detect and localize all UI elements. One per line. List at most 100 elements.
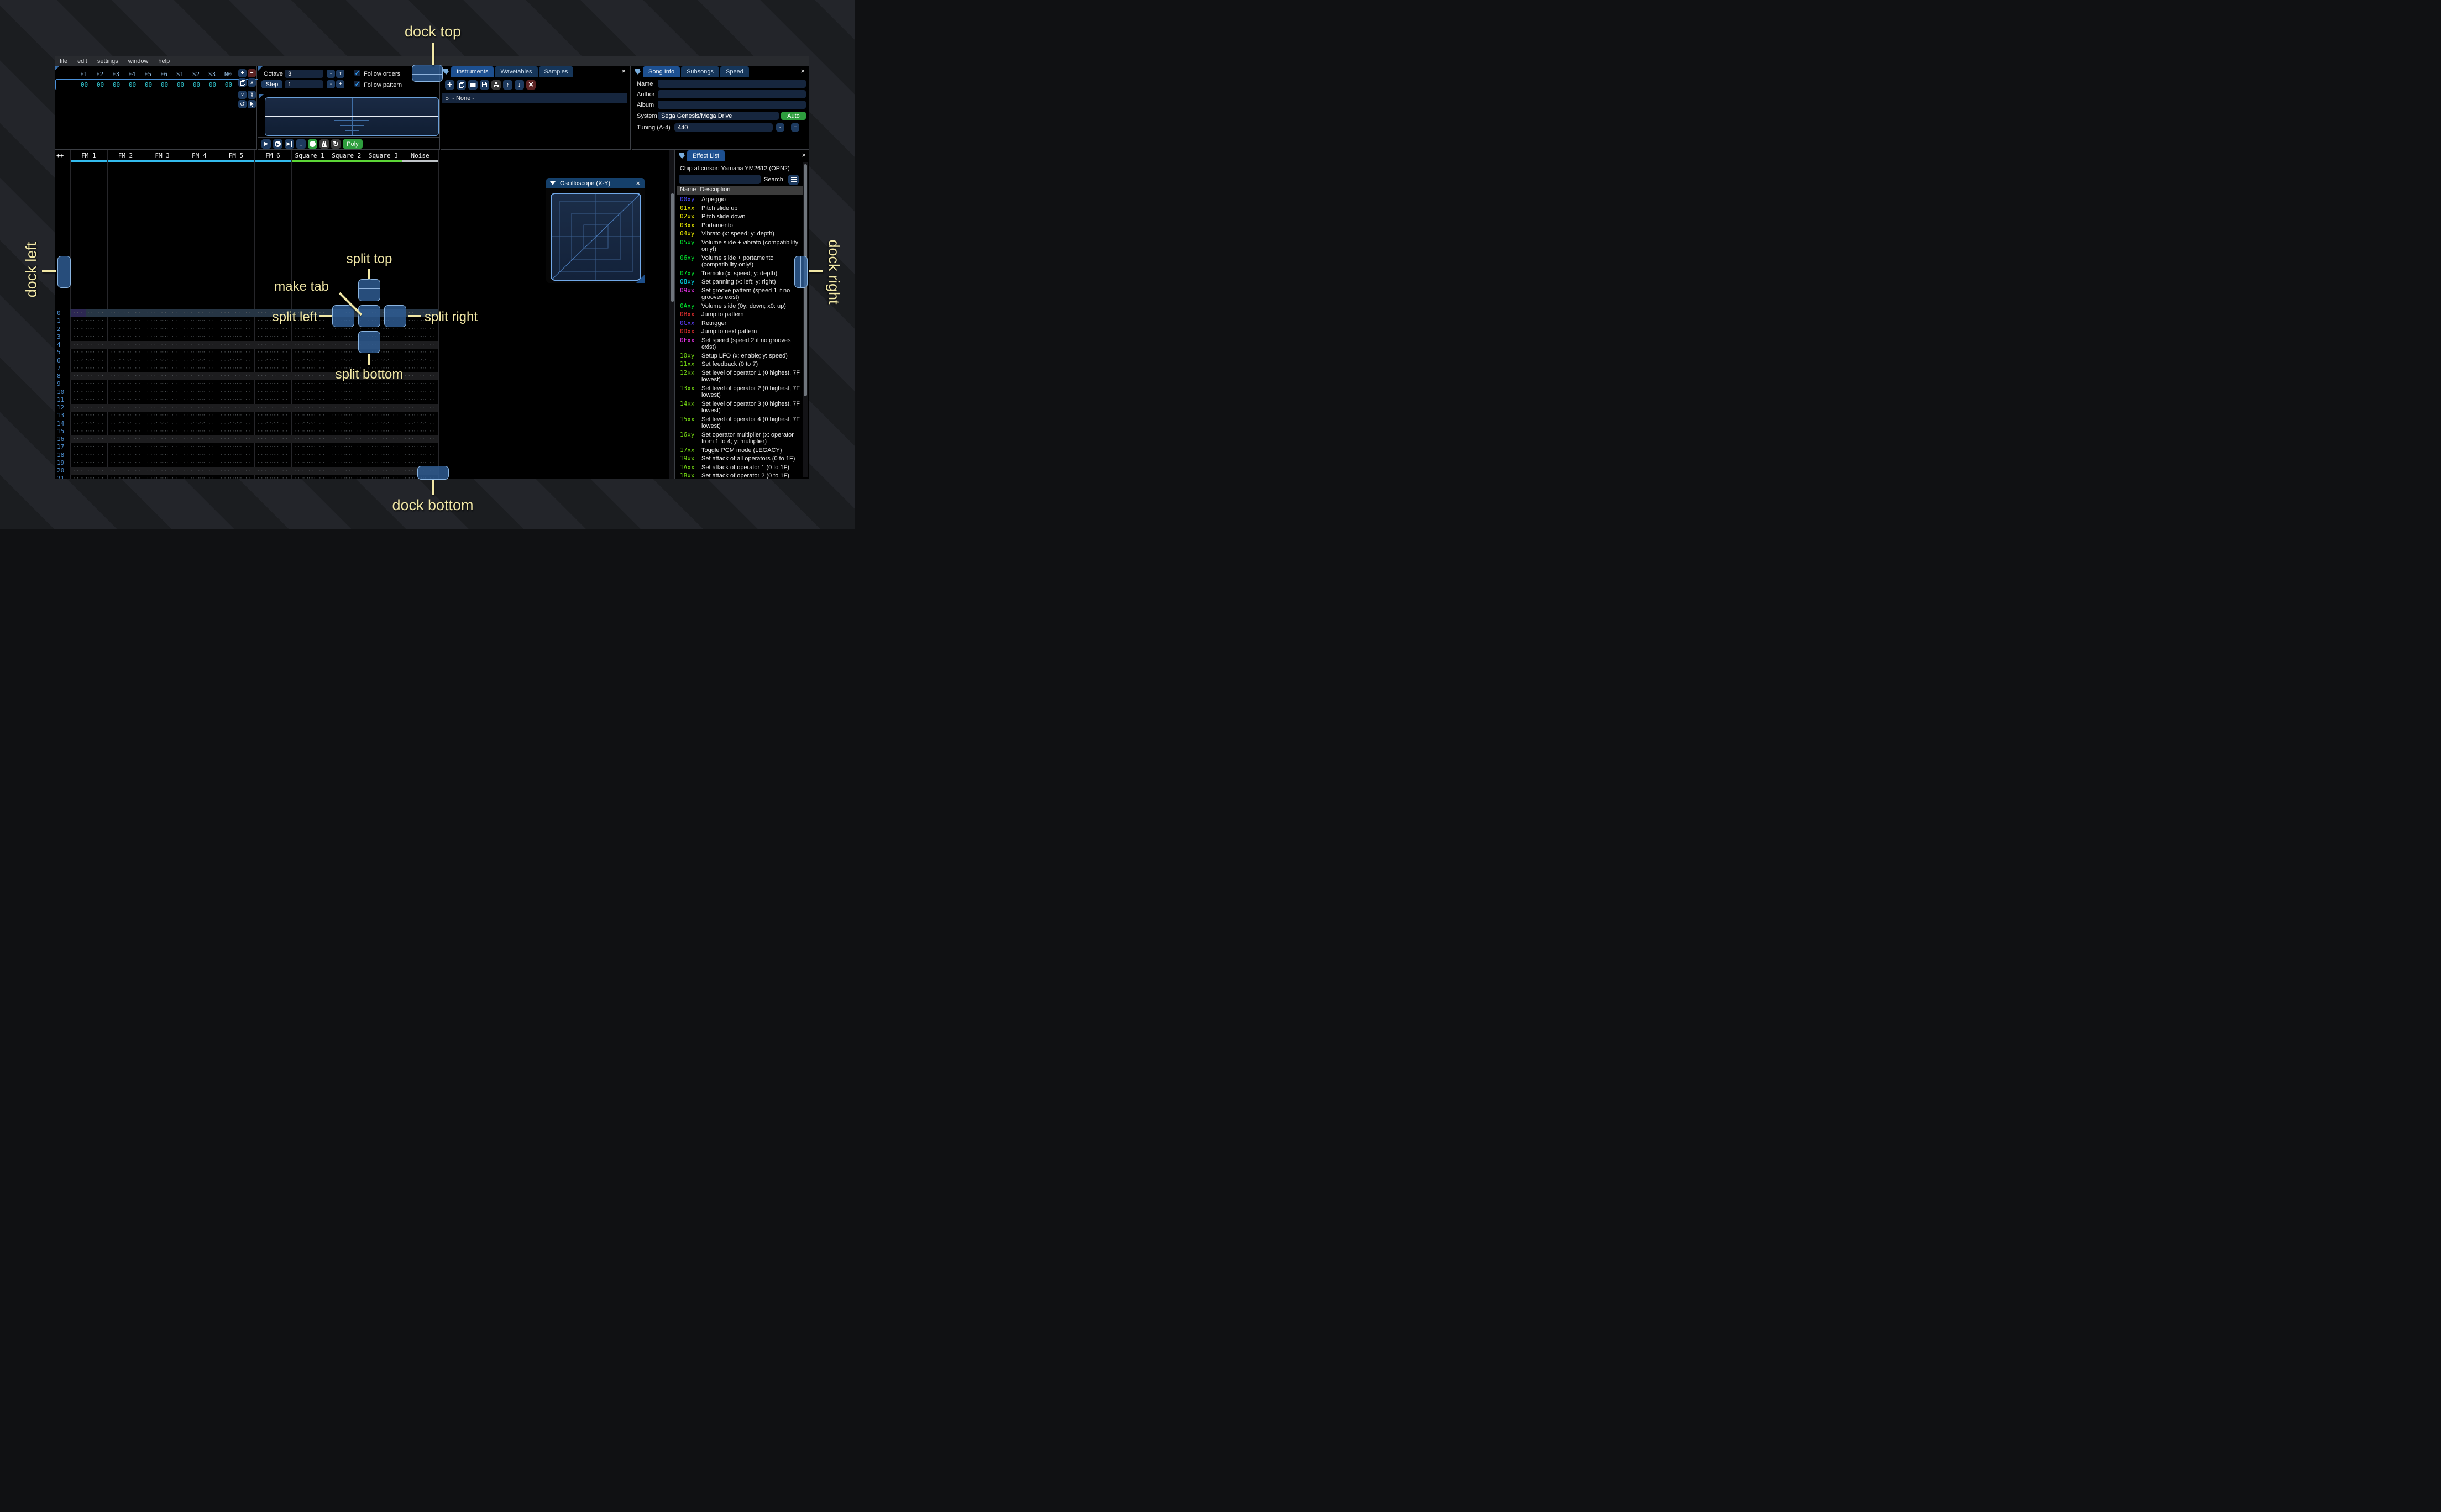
window-menu-button[interactable]: [678, 152, 685, 159]
effect-row-09xx[interactable]: 09xx Set groove pattern (speed 1 if no gr…: [680, 287, 803, 301]
order-move-up-button[interactable]: ∧: [248, 78, 256, 87]
effect-row-08xy[interactable]: 08xy Set panning (x: left; y: right): [680, 278, 803, 286]
menu-window[interactable]: window: [123, 56, 154, 66]
tab-instruments[interactable]: Instruments: [451, 66, 494, 77]
order-column-F2[interactable]: F2: [92, 71, 108, 78]
tab-subsongs[interactable]: Subsongs: [681, 66, 720, 77]
pattern-cell[interactable]: ··· ·· ·· ····: [70, 475, 107, 479]
play-from-beginning-button[interactable]: ▶: [273, 139, 282, 149]
record-button[interactable]: [308, 139, 317, 149]
tab-speed[interactable]: Speed: [720, 66, 749, 77]
effect-row-06xy[interactable]: 06xy Volume slide + portamento (compatibi…: [680, 254, 803, 269]
follow-pattern-checkbox[interactable]: ✓: [354, 80, 360, 88]
pattern-cell[interactable]: ··· ·· ·· ····: [254, 475, 291, 479]
tuning-minus-button[interactable]: -: [776, 123, 784, 132]
menu-help[interactable]: help: [153, 56, 175, 66]
window-menu-button[interactable]: [442, 68, 449, 75]
name-input[interactable]: [658, 80, 806, 88]
close-icon[interactable]: ×: [800, 67, 805, 75]
order-cell[interactable]: 00: [140, 81, 156, 88]
play-button[interactable]: ▶: [261, 139, 271, 149]
channel-header-square-3[interactable]: Square 3: [365, 152, 402, 159]
resize-grip[interactable]: [636, 275, 645, 283]
pattern-row-11[interactable]: 11 ··· ·· ·· ··· ·· ·· ·· · · · ·· ··· · · · · · …: [55, 396, 669, 411]
effect-row-05xy[interactable]: 05xy Volume slide + vibrato (compatibilit…: [680, 239, 803, 253]
order-add-button[interactable]: +: [238, 69, 247, 77]
pattern-row-6[interactable]: 6 ··· ·· ·· ···· ··· ·· ·· ···· ··· ·· ·· ·…: [55, 357, 669, 371]
pattern-cell[interactable]: ··· ·· ·· ····: [181, 475, 218, 479]
menu-edit[interactable]: edit: [72, 56, 92, 66]
pattern-cell[interactable]: ··· ·· ·· ····: [218, 475, 255, 479]
octave-plus-button[interactable]: +: [336, 70, 344, 78]
order-column-S3[interactable]: S3: [204, 71, 220, 78]
effect-row-1Bxx[interactable]: 1Bxx Set attack of operator 2 (0 to 1F): [680, 472, 803, 479]
effect-row-00xy[interactable]: 00xy Arpeggio: [680, 196, 803, 203]
order-column-F6[interactable]: F6: [156, 71, 172, 78]
effect-search-input[interactable]: [679, 175, 761, 184]
channel-header-fm-1[interactable]: FM 1: [70, 152, 107, 159]
split-left-target[interactable]: [332, 305, 354, 327]
order-deep-clone-button[interactable]: ↺: [238, 100, 247, 108]
dock-left-target[interactable]: [57, 256, 71, 288]
effect-row-0Fxx[interactable]: 0Fxx Set speed (speed 2 if no grooves exi…: [680, 337, 803, 351]
window-menu-button[interactable]: [634, 68, 641, 75]
channel-header-square-1[interactable]: Square 1: [291, 152, 328, 159]
order-column-S1[interactable]: S1: [172, 71, 188, 78]
close-icon[interactable]: ×: [802, 151, 806, 159]
pattern-row-21[interactable]: 21 ··· ·· ·· ··· ·· ·· ·· · · · ·· ··· · · · · · …: [55, 475, 669, 479]
instrument-open-button[interactable]: [468, 80, 478, 90]
oscilloscope-titlebar[interactable]: Oscilloscope (X-Y) ×: [546, 178, 645, 188]
order-cell[interactable]: 00: [221, 81, 237, 88]
order-column-N0[interactable]: N0: [220, 71, 236, 78]
effect-row-04xy[interactable]: 04xy Vibrato (x: speed; y: depth): [680, 230, 803, 238]
dock-bottom-target[interactable]: [417, 466, 449, 480]
poly-button[interactable]: Poly: [343, 139, 363, 149]
pattern-scrollbar-thumb[interactable]: [671, 193, 674, 302]
instrument-delete-button[interactable]: ×: [526, 80, 536, 90]
oscilloscope-xy-window[interactable]: Oscilloscope (X-Y) ×: [546, 178, 645, 283]
follow-orders-checkbox[interactable]: ✓: [354, 69, 360, 77]
pattern-row-13[interactable]: 13 ··· ·· ·· ···· ··· ·· ·· ···· ··· ·· ·· …: [55, 412, 669, 426]
system-select[interactable]: Sega Genesis/Mega Drive: [658, 112, 779, 120]
order-column-F3[interactable]: F3: [108, 71, 124, 78]
order-column-F4[interactable]: F4: [124, 71, 140, 78]
order-move-down-button[interactable]: ∨: [238, 91, 247, 99]
effect-row-15xx[interactable]: 15xx Set level of operator 4 (0 highest, …: [680, 416, 803, 430]
order-cell[interactable]: 00: [156, 81, 172, 88]
metronome-button[interactable]: [319, 139, 329, 149]
pattern-cell[interactable]: ··· ·· ·· ····: [365, 475, 402, 479]
effect-row-0Bxx[interactable]: 0Bxx Jump to pattern: [680, 311, 803, 318]
order-move-bottom-button[interactable]: ∨ ∨: [248, 91, 256, 99]
octave-input[interactable]: 3: [285, 70, 323, 78]
instrument-save-button[interactable]: [480, 80, 489, 90]
pattern-cell[interactable]: ··· ·· ·· ····: [144, 475, 181, 479]
pattern-row-10[interactable]: 10 ··· ·· ·· ···· ··· ·· ·· ···· ··· ·· ·· …: [55, 389, 669, 403]
tuning-input[interactable]: 440: [674, 123, 773, 132]
instrument-duplicate-button[interactable]: [457, 80, 466, 90]
pattern-row-17[interactable]: 17 ··· ·· ·· ···· ··· ·· ·· ···· ··· ·· ·· …: [55, 443, 669, 458]
pattern-row-19[interactable]: 19 ··· ·· ·· ··· ·· ·· ·· · · · ·· ··· · · · · · …: [55, 459, 669, 474]
effect-row-17xx[interactable]: 17xx Toggle PCM mode (LEGACY): [680, 447, 803, 454]
order-row-selected[interactable]: 00 00 00 00 00 00 00 00 00 00: [55, 79, 259, 90]
order-cell[interactable]: 00: [124, 81, 140, 88]
order-cell[interactable]: 00: [108, 81, 124, 88]
channel-header-fm-2[interactable]: FM 2: [107, 152, 144, 159]
step-minus-button[interactable]: -: [327, 80, 335, 88]
effect-row-14xx[interactable]: 14xx Set level of operator 3 (0 highest, …: [680, 400, 803, 414]
pattern-row-14[interactable]: 14 ··· ·· ·· ···· ··· ·· ·· ···· ··· ·· ·· …: [55, 420, 669, 434]
pattern-scrollbar-track[interactable]: [669, 150, 674, 479]
author-input[interactable]: [658, 90, 806, 98]
instrument-list-item-none[interactable]: ○ - None -: [442, 93, 627, 103]
effect-row-19xx[interactable]: 19xx Set attack of all operators (0 to 1F…: [680, 455, 803, 463]
effect-row-03xx[interactable]: 03xx Portamento: [680, 222, 803, 229]
tuning-plus-button[interactable]: +: [791, 123, 799, 132]
channel-header-fm-3[interactable]: FM 3: [144, 152, 181, 159]
column-description[interactable]: Description: [700, 186, 730, 195]
repeat-pattern-button[interactable]: ↻: [331, 139, 341, 149]
order-duplicate-button[interactable]: [238, 78, 247, 87]
system-auto-button[interactable]: Auto: [781, 112, 806, 120]
instrument-move-down-button[interactable]: ↓: [515, 80, 524, 90]
effect-table-header[interactable]: Name Description: [677, 186, 803, 195]
order-column-S2[interactable]: S2: [188, 71, 204, 78]
order-cell[interactable]: 00: [205, 81, 221, 88]
